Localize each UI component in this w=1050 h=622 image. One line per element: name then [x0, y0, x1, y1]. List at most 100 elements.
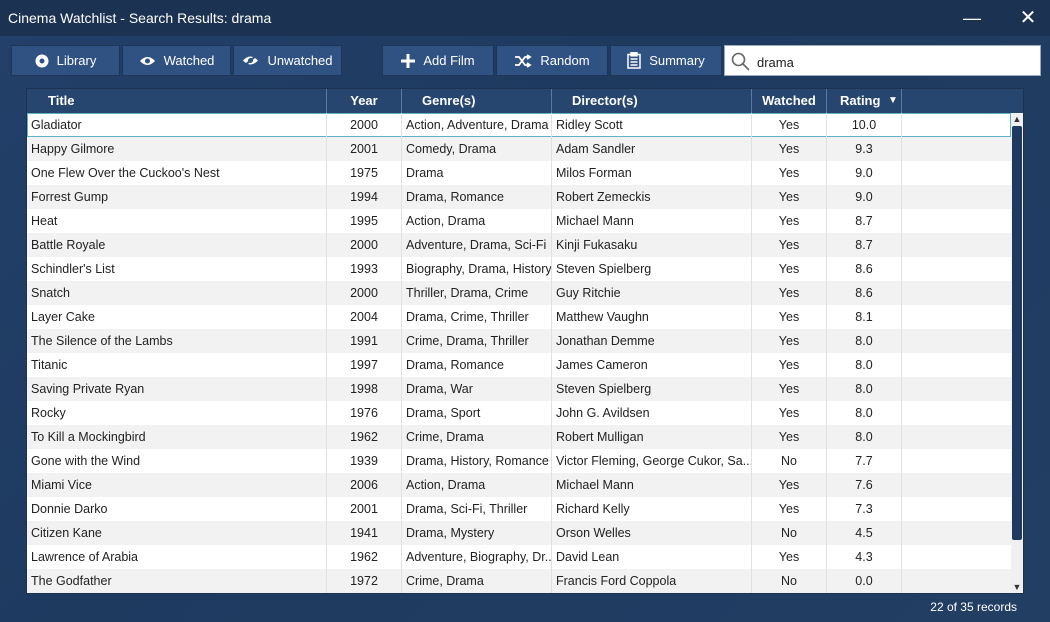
title-bar: Cinema Watchlist - Search Results: drama…	[0, 0, 1050, 36]
table-row[interactable]: One Flew Over the Cuckoo's Nest 1975 Drama…	[27, 161, 1011, 185]
cell-rating: 4.5	[827, 521, 902, 545]
cell-rating: 8.0	[827, 377, 902, 401]
cell-directors: James Cameron	[552, 353, 752, 377]
cell-title: Schindler's List	[27, 257, 327, 281]
column-header-rating[interactable]: Rating ▼	[827, 89, 902, 113]
random-button[interactable]: Random	[496, 45, 608, 76]
table-row[interactable]: Happy Gilmore 2001 Comedy, Drama Adam Sandl…	[27, 137, 1011, 161]
cell-title: To Kill a Mockingbird	[27, 425, 327, 449]
cell-rating: 9.0	[827, 185, 902, 209]
table-row[interactable]: To Kill a Mockingbird 1962 Crime, Drama Rob…	[27, 425, 1011, 449]
cell-directors: Robert Mulligan	[552, 425, 752, 449]
table-row[interactable]: Citizen Kane 1941 Drama, Mystery Orson Well…	[27, 521, 1011, 545]
cell-rating: 8.6	[827, 257, 902, 281]
watched-label: Watched	[163, 53, 215, 68]
cell-directors: Victor Fleming, George Cukor, Sa...	[552, 449, 752, 473]
cell-year: 1941	[327, 521, 402, 545]
cell-genres: Drama, Romance	[402, 353, 552, 377]
cell-genres: Thriller, Drama, Crime	[402, 281, 552, 305]
cell-rating: 8.0	[827, 425, 902, 449]
cell-genres: Drama, Crime, Thriller	[402, 305, 552, 329]
record-count: 22 of 35 records	[930, 600, 1017, 614]
cell-directors: Matthew Vaughn	[552, 305, 752, 329]
table-row[interactable]: Snatch 2000 Thriller, Drama, Crime Guy Ritc…	[27, 281, 1011, 305]
table-row[interactable]: Gladiator 2000 Action, Adventure, Drama Rid…	[27, 113, 1011, 137]
summary-label: Summary	[649, 53, 705, 68]
cell-rating: 8.0	[827, 353, 902, 377]
table-row[interactable]: Saving Private Ryan 1998 Drama, War Steven …	[27, 377, 1011, 401]
column-header-watched[interactable]: Watched	[752, 89, 827, 113]
cell-watched: Yes	[752, 137, 827, 161]
column-header-year[interactable]: Year	[327, 89, 402, 113]
scroll-down-icon[interactable]: ▼	[1011, 581, 1023, 593]
table-row[interactable]: Gone with the Wind 1939 Drama, History, Ro…	[27, 449, 1011, 473]
cell-year: 1993	[327, 257, 402, 281]
cell-year: 1997	[327, 353, 402, 377]
cell-directors: Steven Spielberg	[552, 257, 752, 281]
cell-directors: Ridley Scott	[552, 113, 752, 137]
window-title: Cinema Watchlist - Search Results: drama	[8, 10, 272, 26]
scroll-up-icon[interactable]: ▲	[1011, 113, 1023, 125]
cell-genres: Drama, War	[402, 377, 552, 401]
cell-genres: Comedy, Drama	[402, 137, 552, 161]
cell-year: 1994	[327, 185, 402, 209]
table-row[interactable]: Rocky 1976 Drama, Sport John G. Avildsen Yes…	[27, 401, 1011, 425]
cell-title: Layer Cake	[27, 305, 327, 329]
scrollbar-thumb[interactable]	[1012, 126, 1022, 540]
cell-genres: Drama, Mystery	[402, 521, 552, 545]
table-row[interactable]: The Godfather 1972 Crime, Drama Francis For…	[27, 569, 1011, 593]
cell-watched: No	[752, 569, 827, 593]
cell-directors: Steven Spielberg	[552, 377, 752, 401]
cell-rating: 7.3	[827, 497, 902, 521]
cell-directors: Jonathan Demme	[552, 329, 752, 353]
column-header-title[interactable]: Title	[27, 89, 327, 113]
unwatched-label: Unwatched	[267, 53, 333, 68]
search-input[interactable]	[755, 51, 1029, 73]
watched-button[interactable]: Watched	[122, 45, 231, 76]
column-header-genres[interactable]: Genre(s)	[402, 89, 552, 113]
cell-genres: Crime, Drama	[402, 569, 552, 593]
table-row[interactable]: Battle Royale 2000 Adventure, Drama, Sci-F…	[27, 233, 1011, 257]
minimize-button[interactable]: —	[958, 6, 986, 30]
cell-year: 1939	[327, 449, 402, 473]
library-button[interactable]: Library	[11, 45, 120, 76]
add-film-button[interactable]: Add Film	[382, 45, 494, 76]
cell-title: Heat	[27, 209, 327, 233]
summary-button[interactable]: Summary	[610, 45, 722, 76]
cell-directors: Kinji Fukasaku	[552, 233, 752, 257]
rating-header-label: Rating	[840, 93, 881, 108]
cell-year: 1975	[327, 161, 402, 185]
table-row[interactable]: Miami Vice 2006 Action, Drama Michael Mann Y…	[27, 473, 1011, 497]
cell-genres: Crime, Drama, Thriller	[402, 329, 552, 353]
cell-directors: David Lean	[552, 545, 752, 569]
table-row[interactable]: Schindler's List 1993 Biography, Drama, Hi…	[27, 257, 1011, 281]
search-box[interactable]	[724, 45, 1041, 76]
table-row[interactable]: Forrest Gump 1994 Drama, Romance Robert Zem…	[27, 185, 1011, 209]
table-row[interactable]: The Silence of the Lambs 1991 Crime, Drama…	[27, 329, 1011, 353]
films-table: Title Year Genre(s) Director(s) Watched …	[26, 88, 1024, 594]
unwatched-button[interactable]: Unwatched	[233, 45, 342, 76]
table-row[interactable]: Donnie Darko 2001 Drama, Sci-Fi, Thriller R…	[27, 497, 1011, 521]
table-row[interactable]: Layer Cake 2004 Drama, Crime, Thriller Matt…	[27, 305, 1011, 329]
cell-title: Donnie Darko	[27, 497, 327, 521]
cell-title: Titanic	[27, 353, 327, 377]
table-row[interactable]: Titanic 1997 Drama, Romance James Cameron Ye…	[27, 353, 1011, 377]
cell-title: The Silence of the Lambs	[27, 329, 327, 353]
cell-rating: 7.6	[827, 473, 902, 497]
close-button[interactable]: ✕	[1014, 6, 1042, 30]
table-row[interactable]: Lawrence of Arabia 1962 Adventure, Biograp…	[27, 545, 1011, 569]
clipboard-icon	[627, 52, 641, 69]
table-row[interactable]: Heat 1995 Action, Drama Michael Mann Yes 8.7	[27, 209, 1011, 233]
cell-directors: Richard Kelly	[552, 497, 752, 521]
cell-watched: Yes	[752, 545, 827, 569]
cell-genres: Biography, Drama, History	[402, 257, 552, 281]
column-header-directors[interactable]: Director(s)	[552, 89, 752, 113]
cell-title: Rocky	[27, 401, 327, 425]
cell-genres: Drama, Sci-Fi, Thriller	[402, 497, 552, 521]
cell-watched: Yes	[752, 401, 827, 425]
cell-title: Citizen Kane	[27, 521, 327, 545]
vertical-scrollbar[interactable]: ▲ ▼	[1011, 113, 1023, 593]
cell-watched: Yes	[752, 329, 827, 353]
shuffle-icon	[514, 53, 533, 68]
library-label: Library	[56, 53, 97, 68]
